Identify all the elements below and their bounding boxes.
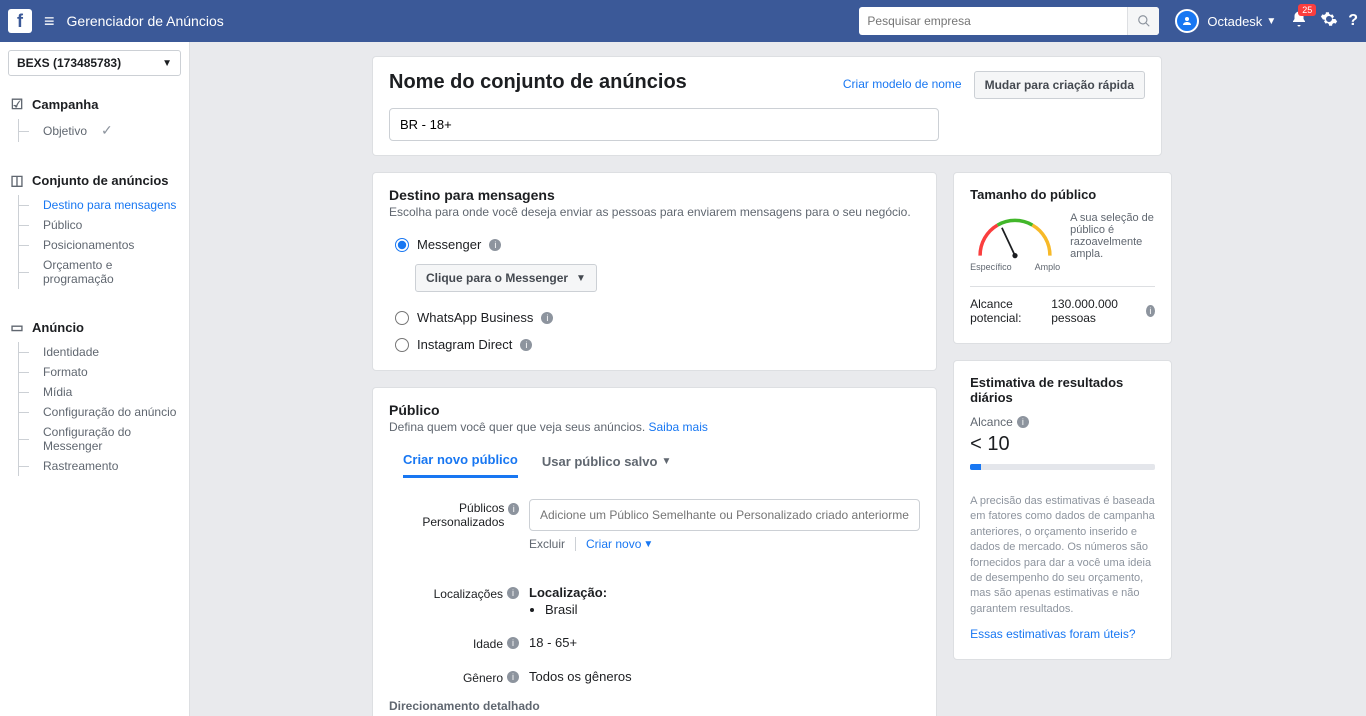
chevron-down-icon: ▼ [576, 273, 586, 284]
panel-title-daily-estimates: Estimativa de resultados diários [970, 375, 1155, 405]
audience-gauge [970, 212, 1060, 260]
chevron-down-icon: ▼ [661, 456, 671, 467]
est-reach-label: Alcance [970, 415, 1013, 429]
switch-creation-button[interactable]: Mudar para criação rápida [974, 71, 1145, 99]
info-icon[interactable]: i [507, 637, 519, 649]
potential-reach-value: 130.000.000 pessoas [1051, 297, 1140, 325]
page-title: Nome do conjunto de anúncios [389, 71, 687, 94]
check-icon: ✓ [101, 122, 113, 139]
help-icon[interactable]: ? [1348, 12, 1358, 30]
sidebar-head-ad[interactable]: ▭ Anúncio [0, 315, 189, 342]
notifications-icon[interactable]: 25 [1290, 10, 1308, 33]
account-label: BEXS (173485783) [17, 56, 121, 70]
sidebar-item-format[interactable]: Formato [19, 362, 189, 382]
info-icon[interactable]: i [507, 587, 519, 599]
est-reach-value: < 10 [970, 433, 1155, 456]
radio-instagram-label[interactable]: Instagram Direct [417, 337, 512, 352]
facebook-logo[interactable]: f [8, 9, 32, 33]
radio-messenger-label[interactable]: Messenger [417, 237, 481, 252]
adset-icon: ◫ [10, 172, 24, 189]
business-name-label: Octadesk [1207, 14, 1262, 29]
adset-name-input[interactable] [389, 108, 939, 141]
custom-audiences-label: Públicos Personalizados [389, 501, 504, 529]
radio-whatsapp-label[interactable]: WhatsApp Business [417, 310, 533, 325]
business-switcher[interactable]: Octadesk ▼ [1207, 14, 1276, 29]
section-sub-destination: Escolha para onde você deseja enviar as … [389, 205, 920, 219]
app-title: Gerenciador de Anúncios [67, 13, 224, 29]
location-head: Localização: [529, 585, 920, 600]
radio-messenger[interactable] [395, 238, 409, 252]
chevron-down-icon: ▼ [643, 539, 653, 550]
sidebar-head-campaign[interactable]: ☑ Campanha [0, 92, 189, 119]
info-icon[interactable]: i [508, 503, 519, 515]
create-new-audience-link[interactable]: Criar novo ▼ [586, 537, 653, 551]
location-item: Brasil [545, 602, 920, 617]
campaign-icon: ☑ [10, 96, 24, 113]
sidebar-item-budget[interactable]: Orçamento e programação [19, 255, 189, 289]
gender-value: Todos os gêneros [529, 665, 920, 685]
radio-instagram[interactable] [395, 338, 409, 352]
ad-icon: ▭ [10, 319, 24, 336]
business-search[interactable] [859, 7, 1159, 35]
sidebar-item-msgr-config[interactable]: Configuração do Messenger [19, 422, 189, 456]
tab-create-audience[interactable]: Criar novo público [403, 452, 518, 478]
sidebar-item-destination[interactable]: Destino para mensagens [19, 195, 189, 215]
info-icon[interactable]: i [489, 239, 501, 251]
create-name-template-link[interactable]: Criar modelo de nome [843, 77, 962, 91]
age-label: Idade [473, 637, 503, 651]
sidebar-item-placements[interactable]: Posicionamentos [19, 235, 189, 255]
info-icon[interactable]: i [1017, 416, 1029, 428]
messenger-type-select[interactable]: Clique para o Messenger ▼ [415, 264, 597, 292]
sidebar-item-objective[interactable]: Objetivo ✓ [19, 119, 189, 142]
sidebar-item-media[interactable]: Mídia [19, 382, 189, 402]
section-title-audience: Público [389, 402, 920, 418]
info-icon[interactable]: i [507, 671, 519, 683]
menu-icon[interactable]: ≡ [44, 11, 55, 32]
info-icon[interactable]: i [541, 312, 553, 324]
locations-label: Localizações [434, 587, 503, 601]
section-title-destination: Destino para mensagens [389, 187, 920, 203]
sidebar-head-adset[interactable]: ◫ Conjunto de anúncios [0, 168, 189, 195]
est-reach-bar [970, 464, 1155, 470]
chevron-down-icon: ▼ [1266, 16, 1276, 27]
info-icon[interactable]: i [1146, 305, 1155, 317]
est-disclaimer: A precisão das estimativas é baseada em … [970, 494, 1155, 617]
sidebar-item-identity[interactable]: Identidade [19, 342, 189, 362]
sidebar-item-tracking[interactable]: Rastreamento [19, 456, 189, 476]
info-icon[interactable]: i [520, 339, 532, 351]
learn-more-link[interactable]: Saiba mais [649, 420, 708, 434]
search-icon[interactable] [1127, 7, 1159, 35]
exclude-link[interactable]: Excluir [529, 537, 576, 551]
gauge-min-label: Específico [970, 262, 1012, 272]
avatar[interactable] [1175, 9, 1199, 33]
panel-title-audience-size: Tamanho do público [970, 187, 1155, 202]
tab-saved-audience[interactable]: Usar público salvo ▼ [542, 452, 672, 478]
audience-size-message: A sua seleção de público é razoavelmente… [1070, 212, 1155, 260]
sidebar-item-ad-config[interactable]: Configuração do anúncio [19, 402, 189, 422]
potential-reach-label: Alcance potencial: [970, 297, 1045, 325]
detailed-targeting-label: Direcionamento detalhado [389, 699, 920, 713]
custom-audience-input[interactable] [529, 499, 920, 531]
notif-badge: 25 [1298, 4, 1316, 16]
sidebar-item-audience[interactable]: Público [19, 215, 189, 235]
section-sub-audience: Defina quem você quer que veja seus anún… [389, 420, 649, 434]
chevron-down-icon: ▼ [162, 58, 172, 69]
gender-label: Gênero [463, 671, 503, 685]
gauge-max-label: Amplo [1035, 262, 1061, 272]
est-feedback-link[interactable]: Essas estimativas foram úteis? [970, 627, 1135, 641]
age-value: 18 - 65+ [529, 631, 920, 651]
radio-whatsapp[interactable] [395, 311, 409, 325]
settings-icon[interactable] [1320, 10, 1338, 33]
search-input[interactable] [859, 14, 1127, 28]
account-selector[interactable]: BEXS (173485783) ▼ [8, 50, 181, 76]
